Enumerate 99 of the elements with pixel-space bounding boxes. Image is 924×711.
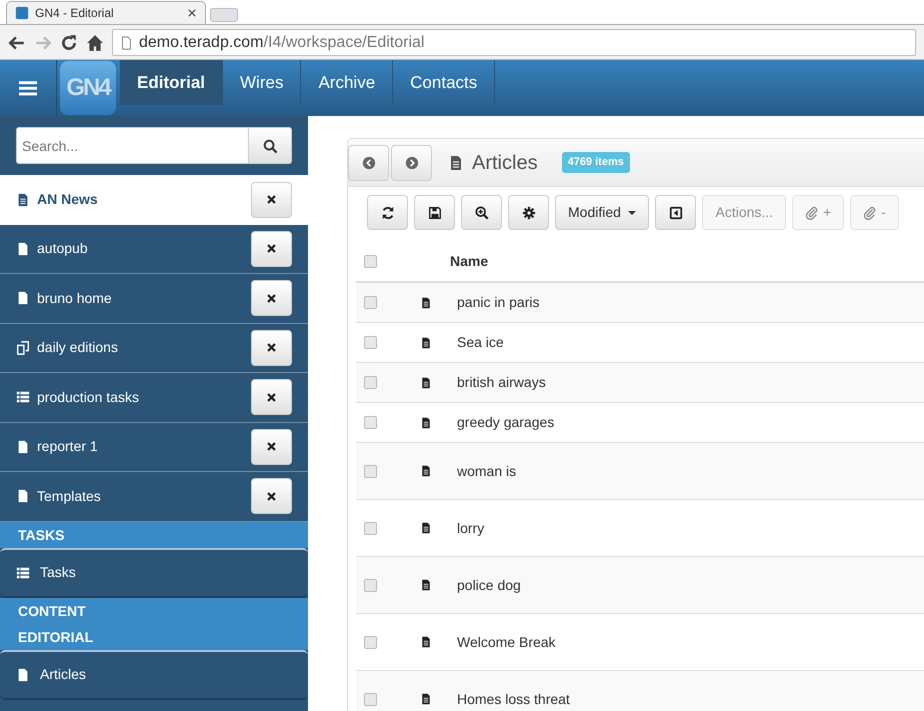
document-icon (16, 291, 30, 306)
section-heading: EDITORIAL (18, 628, 94, 646)
sidebar-item[interactable]: Tasks (0, 548, 308, 598)
list-icon (16, 390, 30, 404)
workspace-item[interactable]: Templates (0, 472, 308, 522)
workspace-item[interactable]: autopub (0, 224, 308, 274)
document-icon (420, 635, 432, 649)
document-icon (16, 440, 30, 454)
close-icon (266, 243, 277, 254)
search-field[interactable]: Search... (16, 127, 249, 164)
address-bar[interactable]: demo.teradp.com/I4/workspace/Editorial (112, 29, 916, 56)
back-icon[interactable] (8, 34, 26, 52)
settings-icon (522, 206, 536, 220)
close-icon (187, 8, 197, 18)
table-cell-text: panic in paris (457, 293, 540, 312)
row-checkbox[interactable] (364, 692, 377, 706)
table-cell-text: greedy garages (457, 413, 554, 432)
workspace-item[interactable]: reporter 1 (0, 422, 308, 472)
document-icon (16, 242, 30, 256)
row-checkbox[interactable] (364, 578, 377, 592)
home-icon[interactable] (86, 34, 104, 52)
refresh-icon (380, 206, 394, 220)
document-icon (420, 336, 432, 350)
table-cell-text: Welcome Break (457, 632, 556, 652)
row-checkbox[interactable] (364, 336, 377, 349)
document-icon (16, 489, 30, 504)
document-icon (420, 296, 432, 310)
row-checkbox[interactable] (364, 296, 377, 309)
table-cell-text: woman is (457, 462, 516, 480)
close-icon (266, 392, 277, 403)
nav-tab[interactable]: Editorial (120, 60, 224, 105)
back-button[interactable] (348, 144, 389, 180)
table-cell-text: lorry (457, 518, 484, 538)
collapse-icon (668, 206, 683, 220)
zoom-in-icon (474, 206, 488, 220)
close-icon (266, 441, 277, 452)
document-icon (16, 192, 30, 207)
close-button[interactable] (251, 330, 292, 366)
search-icon (262, 138, 278, 154)
close-icon (266, 292, 277, 304)
document-icon (420, 416, 432, 430)
table-cell-text: Homes loss threat (457, 690, 570, 708)
forward-button[interactable] (391, 144, 432, 180)
table-cell-text: british airways (457, 373, 546, 392)
close-button[interactable] (251, 478, 292, 514)
table-cell-text: Sea ice (457, 333, 504, 352)
paperclip-icon (863, 206, 878, 220)
close-button[interactable] (251, 182, 292, 218)
item-count: 4769 items (562, 152, 630, 173)
page-icon (119, 36, 133, 50)
document-icon (420, 376, 432, 390)
row-checkbox[interactable] (364, 416, 377, 429)
document-icon (420, 464, 432, 478)
close-button[interactable] (251, 280, 292, 316)
row-checkbox[interactable] (364, 376, 377, 389)
nav-tab[interactable]: Archive (301, 60, 394, 105)
workspace-item[interactable]: production tasks (0, 373, 308, 422)
section-heading: CONTENT (18, 602, 87, 620)
document-icon (420, 578, 432, 592)
copies-icon (16, 340, 30, 355)
section-heading: TASKS (18, 526, 66, 544)
favicon-icon (15, 6, 29, 20)
document-icon (420, 692, 432, 706)
toolbar-button[interactable] (655, 195, 696, 230)
document-icon (448, 154, 464, 172)
browser-tab[interactable]: GN4 - Editorial (6, 1, 206, 24)
list-icon (16, 566, 30, 580)
close-icon (266, 342, 277, 354)
row-checkbox[interactable] (364, 522, 377, 534)
sort-dropdown[interactable]: Modified (555, 195, 650, 230)
table-cell-text: police dog (457, 576, 521, 595)
close-button[interactable] (251, 379, 292, 416)
workspace-item[interactable]: bruno home (0, 274, 308, 324)
save-icon (428, 206, 442, 220)
sidebar-item[interactable]: Articles (0, 650, 308, 700)
paperclip-icon (805, 206, 820, 220)
close-button[interactable] (251, 230, 292, 267)
select-all-checkbox[interactable] (364, 255, 377, 268)
panel-title: Articles (472, 150, 538, 176)
document-icon (420, 521, 432, 535)
menu-icon (17, 79, 39, 97)
row-checkbox[interactable] (364, 464, 377, 478)
toolbar-button[interactable] (367, 195, 408, 230)
toolbar-button[interactable] (461, 195, 502, 230)
logo: GN4 (60, 61, 116, 115)
workspace-item[interactable]: daily editions (0, 324, 308, 373)
nav-tab[interactable]: Wires (223, 60, 302, 105)
toolbar-button[interactable] (508, 195, 549, 230)
close-icon (266, 490, 277, 502)
workspace-item[interactable]: AN News (0, 175, 308, 224)
search-button[interactable] (249, 127, 292, 164)
column-header[interactable]: Name (450, 251, 488, 272)
document-icon (16, 668, 30, 682)
toolbar-button[interactable] (414, 195, 455, 230)
reload-icon[interactable] (60, 34, 78, 52)
close-button[interactable] (251, 428, 292, 465)
nav-tab[interactable]: Contacts (393, 60, 496, 105)
row-checkbox[interactable] (364, 636, 377, 648)
close-icon (266, 194, 277, 206)
